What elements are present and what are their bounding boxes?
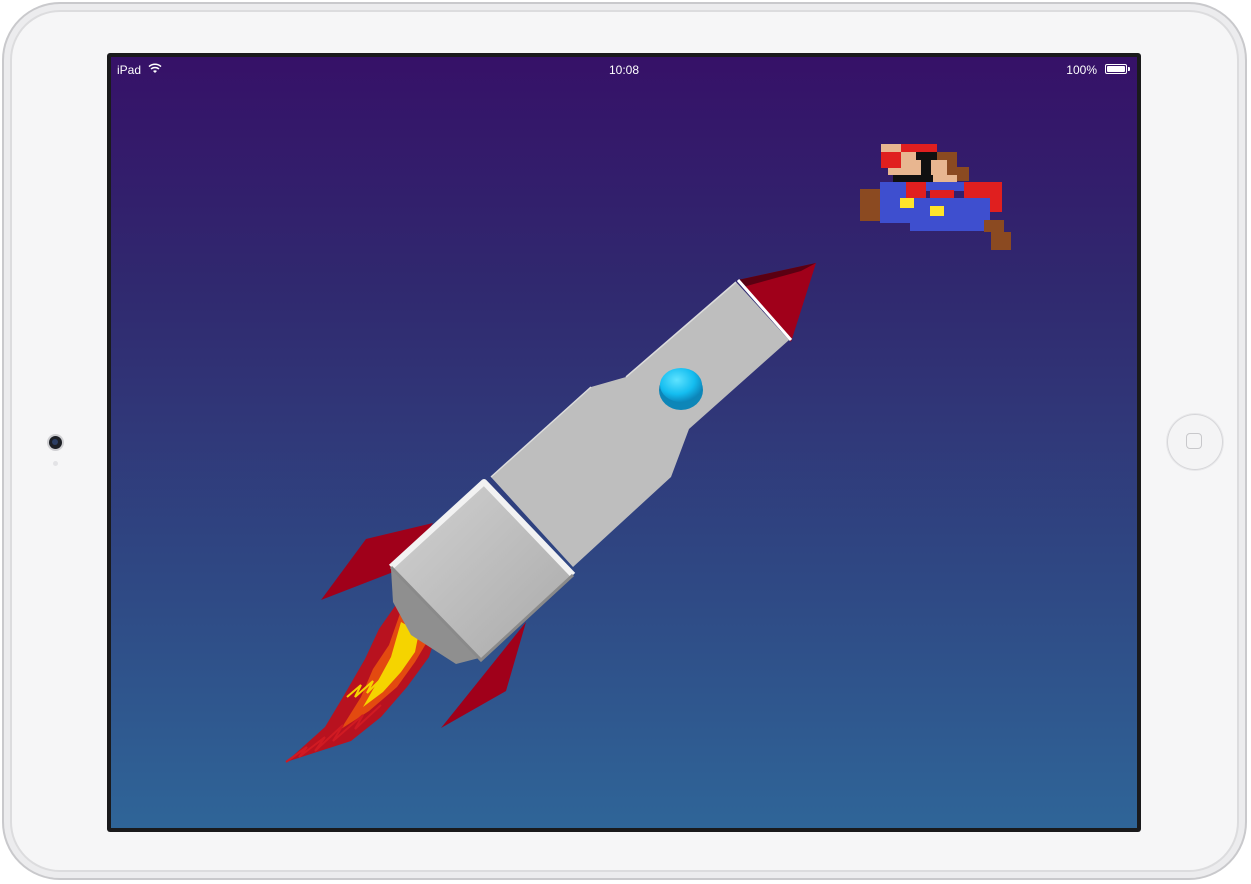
battery-percent: 100% [1066, 63, 1097, 77]
home-button[interactable] [1167, 414, 1223, 470]
ambient-light-sensor [53, 461, 58, 466]
front-camera-icon [49, 436, 62, 449]
app-screen[interactable]: iPad 10:08 100% [111, 57, 1137, 828]
battery-fill [1107, 66, 1125, 72]
battery-icon [1105, 64, 1130, 74]
home-button-icon [1186, 433, 1202, 449]
rocket-porthole [660, 368, 702, 402]
battery-tip [1128, 67, 1130, 71]
status-bar: iPad 10:08 100% [111, 57, 1137, 81]
status-time: 10:08 [608, 63, 640, 77]
rocket-upper-body [491, 282, 789, 567]
mario-sprite[interactable] [860, 144, 1012, 266]
